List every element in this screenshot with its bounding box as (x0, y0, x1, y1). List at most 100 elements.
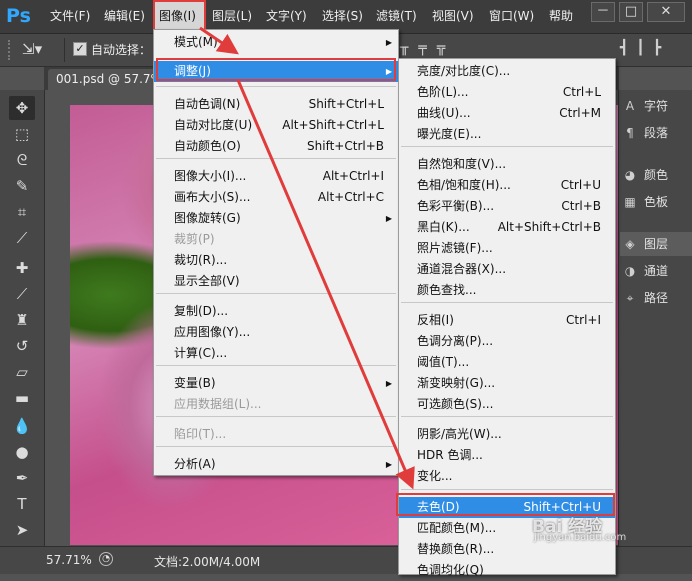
menu-item-shortcut: Alt+Ctrl+C (317, 190, 384, 204)
image-menu-item-3[interactable]: 自动色调(N) Shift+Ctrl+L (154, 94, 398, 115)
adjust-menu-item-17[interactable]: 阴影/高光(W)... (399, 424, 615, 445)
move-tool-icon[interactable]: ✥ (9, 96, 35, 120)
document-tab[interactable]: 001.psd @ 57.7% (48, 69, 170, 90)
adjust-menu-item-12[interactable]: 反相(I) Ctrl+I (399, 310, 615, 331)
adjust-menu-item-7[interactable]: 色彩平衡(B)... Ctrl+B (399, 196, 615, 217)
menu-item-label: 自动颜色(O) (174, 139, 241, 153)
adjust-menu-item-5[interactable]: 自然饱和度(V)... (399, 154, 615, 175)
menu-item-shortcut: Ctrl+M (559, 106, 601, 120)
character-icon: A (625, 99, 635, 113)
channels-panel-button[interactable]: ◑ 通道 (620, 259, 692, 283)
menu-edit[interactable]: 编辑(E) (104, 0, 145, 33)
align-icons[interactable]: ╥╤╦ (400, 40, 455, 56)
menu-file[interactable]: 文件(F) (50, 0, 90, 33)
menu-item-shortcut: Shift+Ctrl+B (307, 139, 384, 153)
adjust-menu-item-23[interactable]: 色调均化(Q) (399, 560, 615, 581)
color-panel-button[interactable]: ◕ 颜色 (620, 163, 692, 187)
layers-panel-button[interactable]: ◈ 图层 (620, 232, 692, 256)
clone-stamp-tool-icon[interactable]: ♜ (9, 308, 35, 332)
image-menu-item-11[interactable]: 显示全部(V) (154, 271, 398, 292)
adjust-menu-item-18[interactable]: HDR 色调... (399, 445, 615, 466)
pen-tool-icon[interactable]: ✒ (9, 466, 35, 490)
image-menu-item-12[interactable]: 复制(D)... (154, 301, 398, 322)
eraser-tool-icon[interactable]: ▱ (9, 360, 35, 384)
image-menu-item-8[interactable]: 图像旋转(G) ▶ (154, 208, 398, 229)
adjust-menu-item-9[interactable]: 照片滤镜(F)... (399, 238, 615, 259)
image-menu-item-2[interactable]: 调整(J) ▶ (154, 61, 398, 82)
auto-select-label: 自动选择： (91, 43, 152, 57)
adjust-menu-item-10[interactable]: 通道混合器(X)... (399, 259, 615, 280)
minimize-button[interactable]: － (591, 2, 615, 22)
image-menu-item-5[interactable]: 自动颜色(O) Shift+Ctrl+B (154, 136, 398, 157)
menu-item-label: 画布大小(S)... (174, 190, 251, 204)
menu-separator (156, 86, 396, 87)
crop-tool-icon[interactable]: ⌗ (9, 200, 35, 224)
menu-window[interactable]: 窗口(W) (489, 0, 534, 33)
close-button[interactable]: ✕ (647, 2, 685, 22)
menu-item-label: 计算(C)... (174, 346, 228, 360)
menu-help[interactable]: 帮助 (549, 0, 573, 33)
adjust-menu-item-8[interactable]: 黑白(K)... Alt+Shift+Ctrl+B (399, 217, 615, 238)
swatches-icon: ▦ (624, 195, 636, 209)
marquee-tool-icon[interactable]: ⬚ (9, 122, 35, 146)
menu-separator (156, 416, 396, 417)
grip-handle[interactable] (8, 40, 20, 60)
menu-item-label: 反相(I) (417, 313, 454, 327)
paragraph-panel-button[interactable]: ¶ 段落 (620, 121, 692, 145)
adjust-menu-item-4[interactable]: 曝光度(E)... (399, 124, 615, 145)
image-menu-item-7[interactable]: 画布大小(S)... Alt+Ctrl+C (154, 187, 398, 208)
image-menu-item-15[interactable]: 变量(B) ▶ (154, 373, 398, 394)
adjust-menu-item-6[interactable]: 色相/饱和度(H)... Ctrl+U (399, 175, 615, 196)
adjust-menu-item-19[interactable]: 变化... (399, 466, 615, 487)
adjust-menu-item-3[interactable]: 曲线(U)... Ctrl+M (399, 103, 615, 124)
adjust-menu-item-13[interactable]: 色调分离(P)... (399, 331, 615, 352)
menu-view[interactable]: 视图(V) (432, 0, 474, 33)
move-tool-icon[interactable]: ⇲▾ (22, 40, 42, 58)
adjust-menu-item-14[interactable]: 阈值(T)... (399, 352, 615, 373)
adjust-menu-item-11[interactable]: 颜色查找... (399, 280, 615, 301)
image-menu-item-13[interactable]: 应用图像(Y)... (154, 322, 398, 343)
quick-select-tool-icon[interactable]: ✎ (9, 174, 35, 198)
character-panel-button[interactable]: A 字符 (620, 94, 692, 118)
status-info-icon[interactable]: ◔ (99, 552, 113, 566)
lasso-tool-icon[interactable]: ᘓ (9, 148, 35, 172)
paths-panel-button[interactable]: ⌖ 路径 (620, 286, 692, 310)
menu-separator (156, 158, 396, 159)
image-menu-item-14[interactable]: 计算(C)... (154, 343, 398, 364)
menu-item-label: 应用数据组(L)... (174, 397, 262, 411)
auto-select-checkbox[interactable]: ✓ (73, 42, 87, 56)
layers-label: 图层 (644, 237, 669, 251)
menu-item-label: 色调均化(Q) (417, 563, 484, 577)
character-label: 字符 (644, 99, 669, 113)
adjust-menu-item-16[interactable]: 可选颜色(S)... (399, 394, 615, 415)
type-tool-icon[interactable]: T (9, 492, 35, 516)
adjust-menu-item-2[interactable]: 色阶(L)... Ctrl+L (399, 82, 615, 103)
brush-tool-icon[interactable]: ⟋ (9, 282, 35, 306)
history-brush-tool-icon[interactable]: ↺ (9, 334, 35, 358)
gradient-tool-icon[interactable]: ▬ (9, 386, 35, 410)
zoom-level[interactable]: 57.71% (46, 553, 92, 567)
image-menu-item-6[interactable]: 图像大小(I)... Alt+Ctrl+I (154, 166, 398, 187)
maximize-button[interactable]: □ (619, 2, 643, 22)
submenu-arrow-icon: ▶ (385, 460, 392, 469)
healing-brush-tool-icon[interactable]: ✚ (9, 256, 35, 280)
watermark-url: jingyan.baidu.com (534, 532, 627, 543)
image-menu-item-10[interactable]: 裁切(R)... (154, 250, 398, 271)
dodge-tool-icon[interactable]: ● (9, 440, 35, 464)
menu-item-label: 复制(D)... (174, 304, 229, 318)
image-menu-item-4[interactable]: 自动对比度(U) Alt+Shift+Ctrl+L (154, 115, 398, 136)
adjust-menu-item-1[interactable]: 亮度/对比度(C)... (399, 61, 615, 82)
color-label: 颜色 (644, 168, 669, 182)
menu-item-label: 色调分离(P)... (417, 334, 494, 348)
paragraph-label: 段落 (644, 126, 669, 140)
path-select-tool-icon[interactable]: ➤ (9, 518, 35, 542)
eyedropper-tool-icon[interactable]: ⟋ (9, 226, 35, 250)
adjust-menu-item-15[interactable]: 渐变映射(G)... (399, 373, 615, 394)
menu-item-label: 变化... (417, 469, 453, 483)
blur-tool-icon[interactable]: 💧 (9, 414, 35, 438)
image-menu-item-18[interactable]: 分析(A) ▶ (154, 454, 398, 475)
menu-item-label: 颜色查找... (417, 283, 477, 297)
distribute-icons[interactable]: ┫┃┣ (620, 40, 669, 56)
image-menu-item-1[interactable]: 模式(M) ▶ (154, 32, 398, 53)
swatches-panel-button[interactable]: ▦ 色板 (620, 190, 692, 214)
